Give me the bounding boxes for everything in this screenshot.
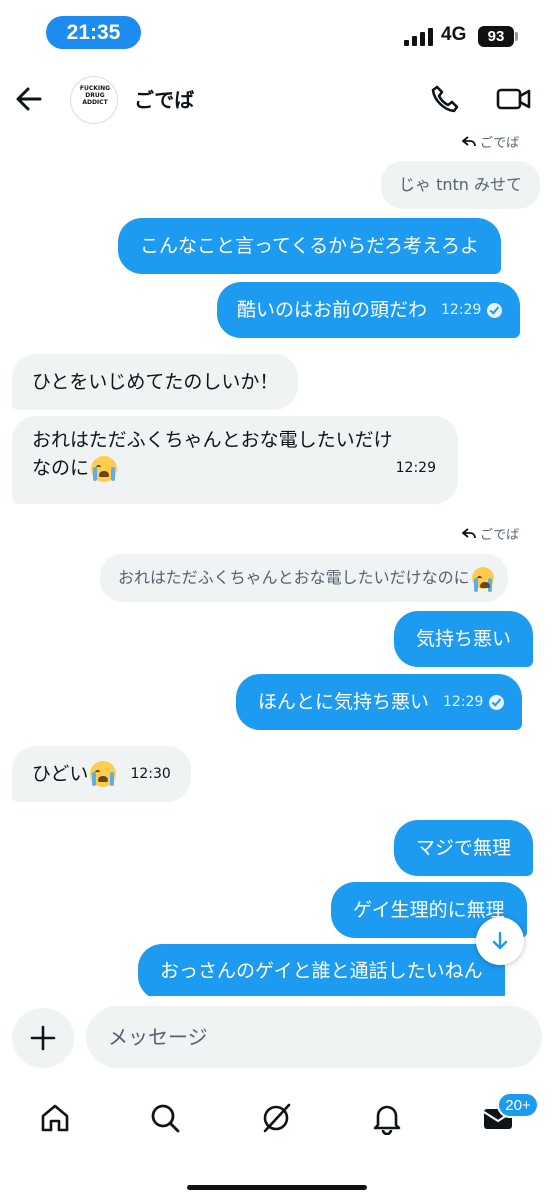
reply-indicator: ごでば (462, 524, 519, 543)
nav-home[interactable] (35, 1098, 75, 1138)
scroll-to-bottom-button[interactable] (476, 917, 524, 965)
call-button[interactable] (428, 82, 462, 116)
message-input[interactable] (86, 1006, 542, 1068)
reply-icon (462, 527, 476, 538)
quoted-message-text: おれはただふくちゃんとおな電したいだけなのに (118, 568, 470, 587)
message-text: おっさんのゲイと誰と通話したいねん (160, 960, 483, 982)
message-meta: 12:29 (443, 688, 505, 716)
crying-emoji-icon (90, 761, 117, 787)
message-outgoing[interactable]: こんなこと言ってくるからだろ考えろよ (118, 218, 501, 274)
video-call-button[interactable] (494, 82, 534, 116)
reply-indicator-label: ごでば (480, 136, 520, 151)
message-text: 気持ち悪い (416, 628, 512, 650)
home-icon (41, 1104, 69, 1132)
message-incoming[interactable]: ひとをいじめてたのしいか！ (12, 354, 299, 410)
message-text: ほんとに気持ち悪い (258, 691, 430, 713)
message-time: 12:29 (443, 694, 484, 710)
read-check-icon (487, 302, 503, 318)
bottom-nav: 20+ (0, 1084, 554, 1199)
nav-grok[interactable] (256, 1098, 296, 1138)
phone-icon (431, 85, 459, 113)
crying-emoji-icon (471, 567, 494, 592)
arrow-left-icon (16, 87, 42, 111)
message-text: 酷いのはお前の頭だわ (237, 299, 428, 321)
read-check-icon (489, 694, 505, 710)
crying-emoji-icon (91, 455, 118, 482)
search-icon (151, 1104, 180, 1133)
message-text-line: おれはただふくちゃんとおな電したいだけ (32, 429, 393, 451)
message-text-line: なのに (32, 454, 118, 482)
network-type: 4G (441, 24, 467, 45)
add-attachment-button[interactable] (12, 1008, 74, 1068)
message-outgoing[interactable]: おっさんのゲイと誰と通話したいねん (138, 944, 505, 1000)
video-icon (496, 88, 531, 110)
message-text: こんなこと言ってくるからだろ考えろよ (140, 235, 479, 257)
message-text: ひどい (32, 763, 89, 785)
message-time: 12:29 (395, 460, 436, 476)
conversation-header: FUCKING DRUG ADDICT ごでば (0, 70, 554, 130)
message-incoming[interactable]: おれはただふくちゃんとおな電したいだけ なのに 12:29 (12, 416, 458, 504)
signal-icon (404, 28, 434, 46)
nav-search[interactable] (145, 1098, 185, 1138)
message-outgoing[interactable]: ほんとに気持ち悪い 12:29 (236, 674, 523, 730)
message-text: なのに (32, 457, 90, 479)
message-text: ひとをいじめてたのしいか！ (32, 371, 279, 393)
quoted-message[interactable]: じゃ tntn みせて (381, 161, 541, 209)
quoted-message[interactable]: おれはただふくちゃんとおな電したいだけなのに (100, 554, 508, 602)
grok-icon (263, 1103, 291, 1133)
battery-icon: 93 (478, 26, 514, 47)
messages-badge: 20+ (497, 1092, 539, 1118)
message-time: 12:30 (130, 766, 171, 782)
plus-icon (30, 1025, 56, 1051)
status-time: 21:35 (46, 16, 141, 49)
status-bar: 21:35 4G 93 (0, 0, 554, 66)
message-incoming[interactable]: ひどい 12:30 (12, 746, 191, 802)
quoted-message-text: じゃ tntn みせて (399, 175, 523, 194)
message-outgoing[interactable]: 気持ち悪い (394, 611, 534, 667)
contact-name[interactable]: ごでば (134, 84, 194, 113)
reply-indicator: ごでば (462, 132, 519, 151)
back-button[interactable] (12, 82, 46, 116)
message-outgoing[interactable]: 酷いのはお前の頭だわ 12:29 (217, 282, 521, 338)
avatar[interactable]: FUCKING DRUG ADDICT (70, 76, 118, 124)
bell-icon (373, 1105, 401, 1135)
message-text: マジで無理 (416, 837, 512, 859)
nav-notifications[interactable] (367, 1098, 407, 1138)
message-text: ゲイ生理的に無理 (353, 899, 505, 921)
reply-indicator-label: ごでば (480, 528, 520, 543)
reply-icon (462, 135, 476, 146)
arrow-down-icon (492, 931, 508, 950)
battery-tip (515, 32, 518, 41)
message-outgoing[interactable]: マジで無理 (394, 820, 534, 876)
message-meta: 12:29 (441, 296, 503, 324)
message-composer (0, 996, 554, 1082)
home-indicator (187, 1185, 367, 1190)
avatar-text: FUCKING DRUG ADDICT (79, 85, 111, 106)
message-time: 12:29 (441, 302, 482, 318)
